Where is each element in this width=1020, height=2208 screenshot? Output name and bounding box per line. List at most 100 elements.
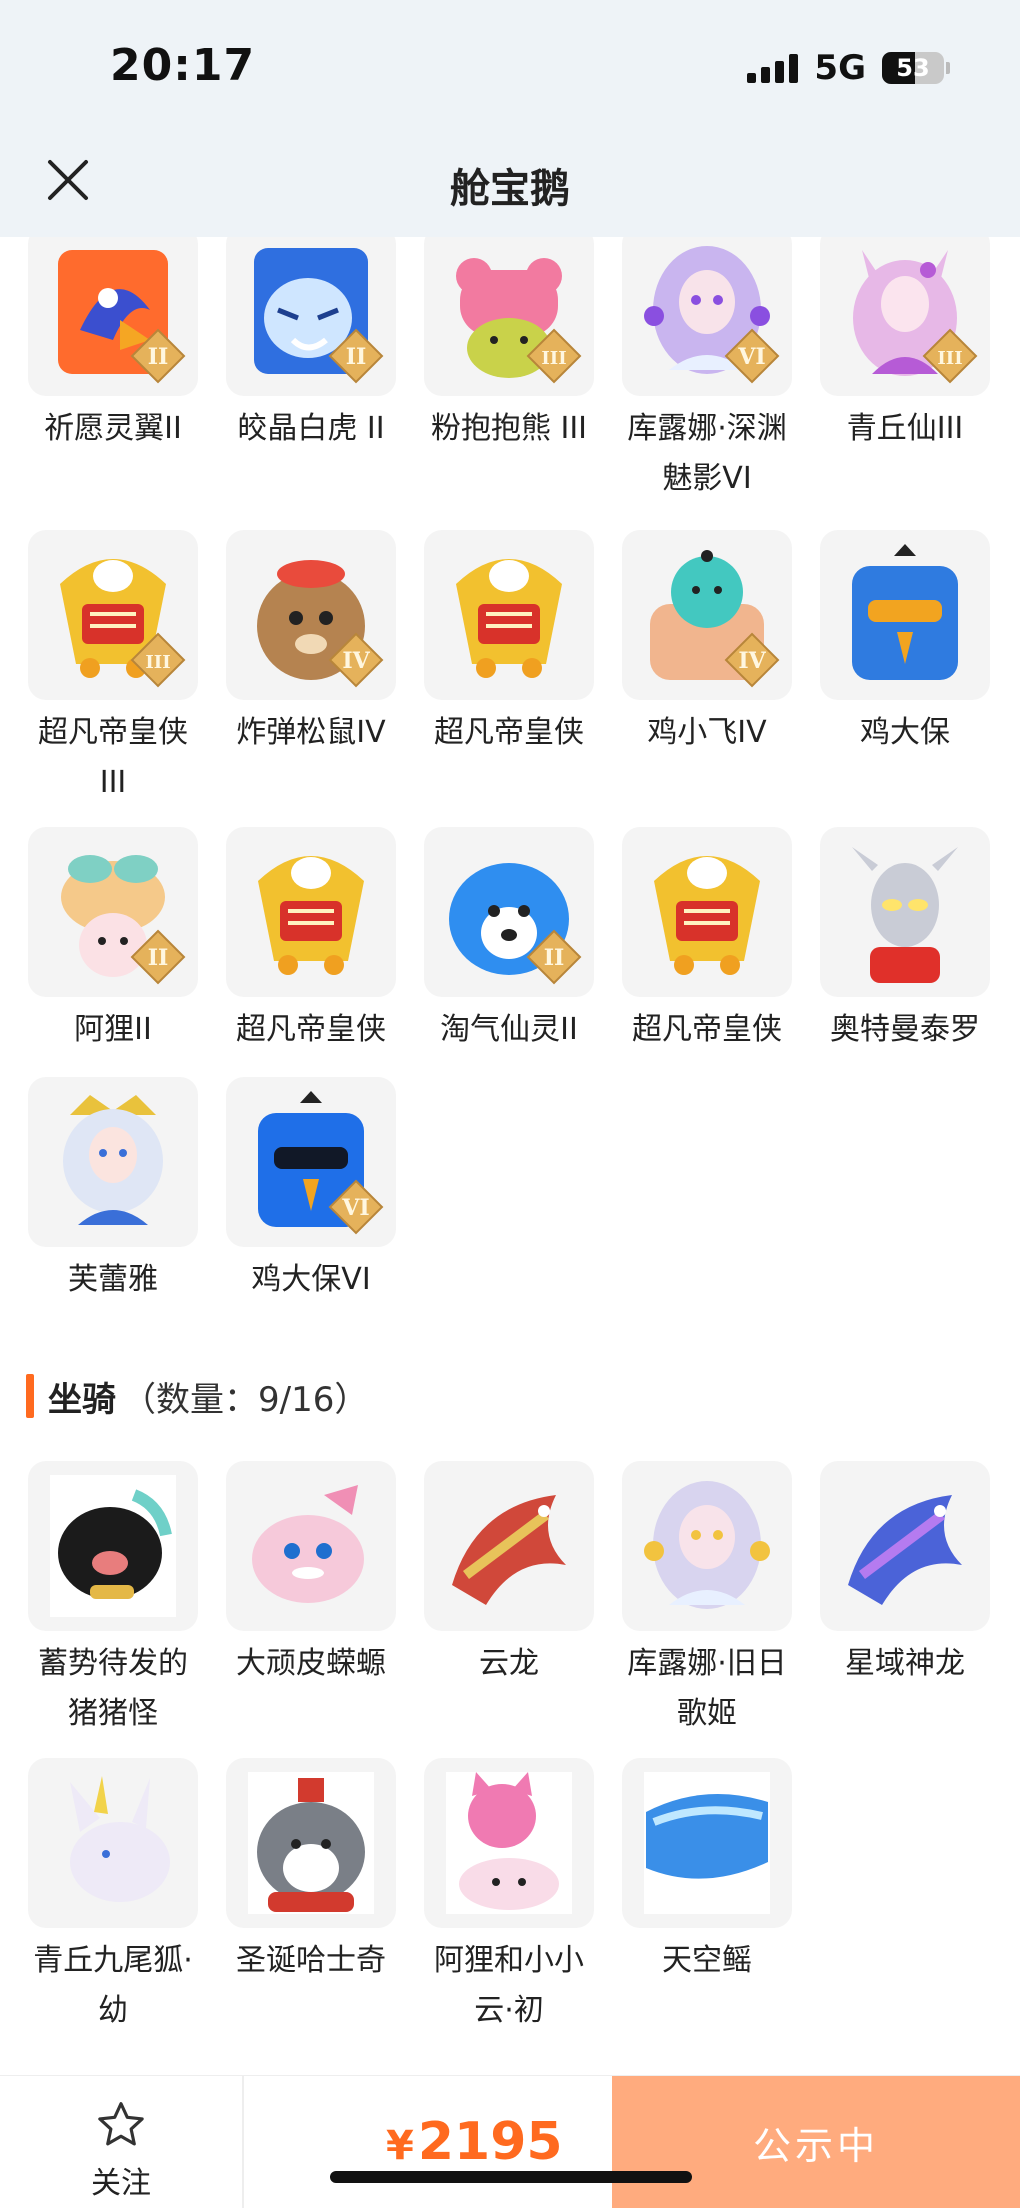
battery-icon: 53: [882, 52, 944, 84]
grid-item[interactable]: 大顽皮蝾螈: [212, 1461, 410, 1689]
item-thumbnail[interactable]: IV: [622, 530, 792, 700]
ray-art-icon: [644, 1772, 770, 1914]
item-thumbnail[interactable]: III: [820, 226, 990, 396]
publicity-status-button[interactable]: 公示中: [612, 2076, 1020, 2208]
rank-badge-icon: II: [328, 328, 384, 384]
grid-item[interactable]: 鸡大保: [806, 530, 1004, 758]
grid-item[interactable]: IV 鸡小飞IV: [608, 530, 806, 758]
item-thumbnail[interactable]: II: [226, 226, 396, 396]
item-thumbnail[interactable]: [424, 1758, 594, 1928]
grid-item[interactable]: 阿狸和小小云·初: [410, 1758, 608, 2036]
grid-item[interactable]: 天空鳐: [608, 1758, 806, 1986]
item-thumbnail[interactable]: III: [28, 530, 198, 700]
section-accent-bar: [26, 1374, 34, 1418]
svg-text:II: II: [148, 344, 169, 370]
svg-text:VI: VI: [737, 344, 765, 370]
grid-item[interactable]: 星域神龙: [806, 1461, 1004, 1689]
grid-item[interactable]: II 祈愿灵翼II: [14, 226, 212, 454]
status-label: 公示中: [752, 2123, 879, 2168]
axolotl-art-icon: [252, 1485, 364, 1603]
item-thumbnail[interactable]: III: [424, 226, 594, 396]
signal-icon: [747, 53, 799, 83]
item-label: 淘气仙灵II: [440, 1012, 578, 1047]
battery-level: 53: [896, 54, 930, 82]
rank-badge-icon: III: [526, 328, 582, 384]
item-label: 炸弹松鼠IV: [236, 715, 386, 750]
item-thumbnail[interactable]: VI: [622, 226, 792, 396]
svg-text:IV: IV: [738, 648, 766, 674]
svg-text:III: III: [937, 348, 962, 369]
item-thumbnail[interactable]: [226, 827, 396, 997]
item-thumbnail[interactable]: [820, 530, 990, 700]
grid-item[interactable]: 云龙: [410, 1461, 608, 1689]
husky-art-icon: [248, 1772, 374, 1914]
item-thumbnail[interactable]: [820, 827, 990, 997]
section-title: 坐骑: [48, 1379, 116, 1420]
dragon-art-icon: [848, 1495, 962, 1605]
svg-text:VI: VI: [341, 1195, 369, 1221]
grid-item[interactable]: IV 炸弹松鼠IV: [212, 530, 410, 758]
item-thumbnail[interactable]: II: [28, 827, 198, 997]
status-indicators: 5G 53: [747, 48, 950, 88]
rank-badge-icon: IV: [328, 632, 384, 688]
page-title: 舱宝鹅: [450, 166, 570, 212]
grid-item[interactable]: 圣诞哈士奇: [212, 1758, 410, 1986]
item-label: 星域神龙: [845, 1646, 965, 1681]
item-label: 蓄势待发的猪猪怪: [38, 1646, 188, 1731]
grid-item[interactable]: 青丘九尾狐·幼: [14, 1758, 212, 2036]
item-thumbnail[interactable]: [28, 1077, 198, 1247]
queen-art-icon: [63, 1095, 163, 1225]
item-thumbnail[interactable]: VI: [226, 1077, 396, 1247]
grid-item[interactable]: III 粉抱抱熊 III: [410, 226, 608, 454]
grid-item[interactable]: 库露娜·旧日歌姬: [608, 1461, 806, 1739]
star-icon: [98, 2102, 144, 2146]
item-label: 天空鳐: [662, 1943, 752, 1978]
grid-item[interactable]: III 超凡帝皇侠III: [14, 530, 212, 808]
item-thumbnail[interactable]: [622, 827, 792, 997]
item-label: 祈愿灵翼II: [44, 411, 182, 446]
item-thumbnail[interactable]: [424, 530, 594, 700]
item-label: 奥特曼泰罗: [830, 1012, 980, 1047]
item-thumbnail[interactable]: [226, 1461, 396, 1631]
item-thumbnail[interactable]: [622, 1758, 792, 1928]
rank-badge-icon: III: [922, 328, 978, 384]
item-label: 粉抱抱熊 III: [430, 411, 588, 446]
grid-item[interactable]: 超凡帝皇侠: [212, 827, 410, 1055]
item-label: 云龙: [479, 1646, 539, 1681]
grid-item[interactable]: III 青丘仙III: [806, 226, 1004, 454]
item-thumbnail[interactable]: [820, 1461, 990, 1631]
item-label: 鸡大保: [860, 715, 950, 750]
grid-item[interactable]: VI 库露娜·深渊魅影VI: [608, 226, 806, 504]
item-label: 青丘九尾狐·幼: [33, 1943, 193, 2028]
follow-button[interactable]: 关注: [0, 2076, 242, 2208]
svg-text:III: III: [145, 652, 170, 673]
divider: [242, 2076, 244, 2208]
rank-badge-icon: II: [526, 929, 582, 985]
armor-art-icon: [258, 856, 364, 975]
rank-badge-icon: II: [130, 328, 186, 384]
hero-art-icon: [852, 847, 958, 983]
grid-item[interactable]: 超凡帝皇侠: [410, 530, 608, 758]
item-thumbnail[interactable]: [28, 1461, 198, 1631]
item-thumbnail[interactable]: [226, 1758, 396, 1928]
item-label: 阿狸II: [74, 1012, 152, 1047]
item-thumbnail[interactable]: II: [424, 827, 594, 997]
grid-item[interactable]: 芙蕾雅: [14, 1077, 212, 1305]
grid-item[interactable]: II 阿狸II: [14, 827, 212, 1055]
item-thumbnail[interactable]: [28, 1758, 198, 1928]
grid-item[interactable]: II 皎晶白虎 II: [212, 226, 410, 454]
grid-item[interactable]: 超凡帝皇侠: [608, 827, 806, 1055]
rank-badge-icon: IV: [724, 632, 780, 688]
svg-text:II: II: [148, 945, 169, 971]
price: ¥2195: [386, 2112, 563, 2172]
cat-cloud-art-icon: [446, 1772, 572, 1914]
item-thumbnail[interactable]: [622, 1461, 792, 1631]
grid-item[interactable]: 奥特曼泰罗: [806, 827, 1004, 1055]
item-thumbnail[interactable]: [424, 1461, 594, 1631]
grid-item[interactable]: II 淘气仙灵II: [410, 827, 608, 1055]
grid-item[interactable]: 蓄势待发的猪猪怪: [14, 1461, 212, 1739]
item-thumbnail[interactable]: IV: [226, 530, 396, 700]
item-thumbnail[interactable]: II: [28, 226, 198, 396]
grid-item[interactable]: VI 鸡大保VI: [212, 1077, 410, 1305]
price-value: 2195: [417, 2112, 563, 2172]
